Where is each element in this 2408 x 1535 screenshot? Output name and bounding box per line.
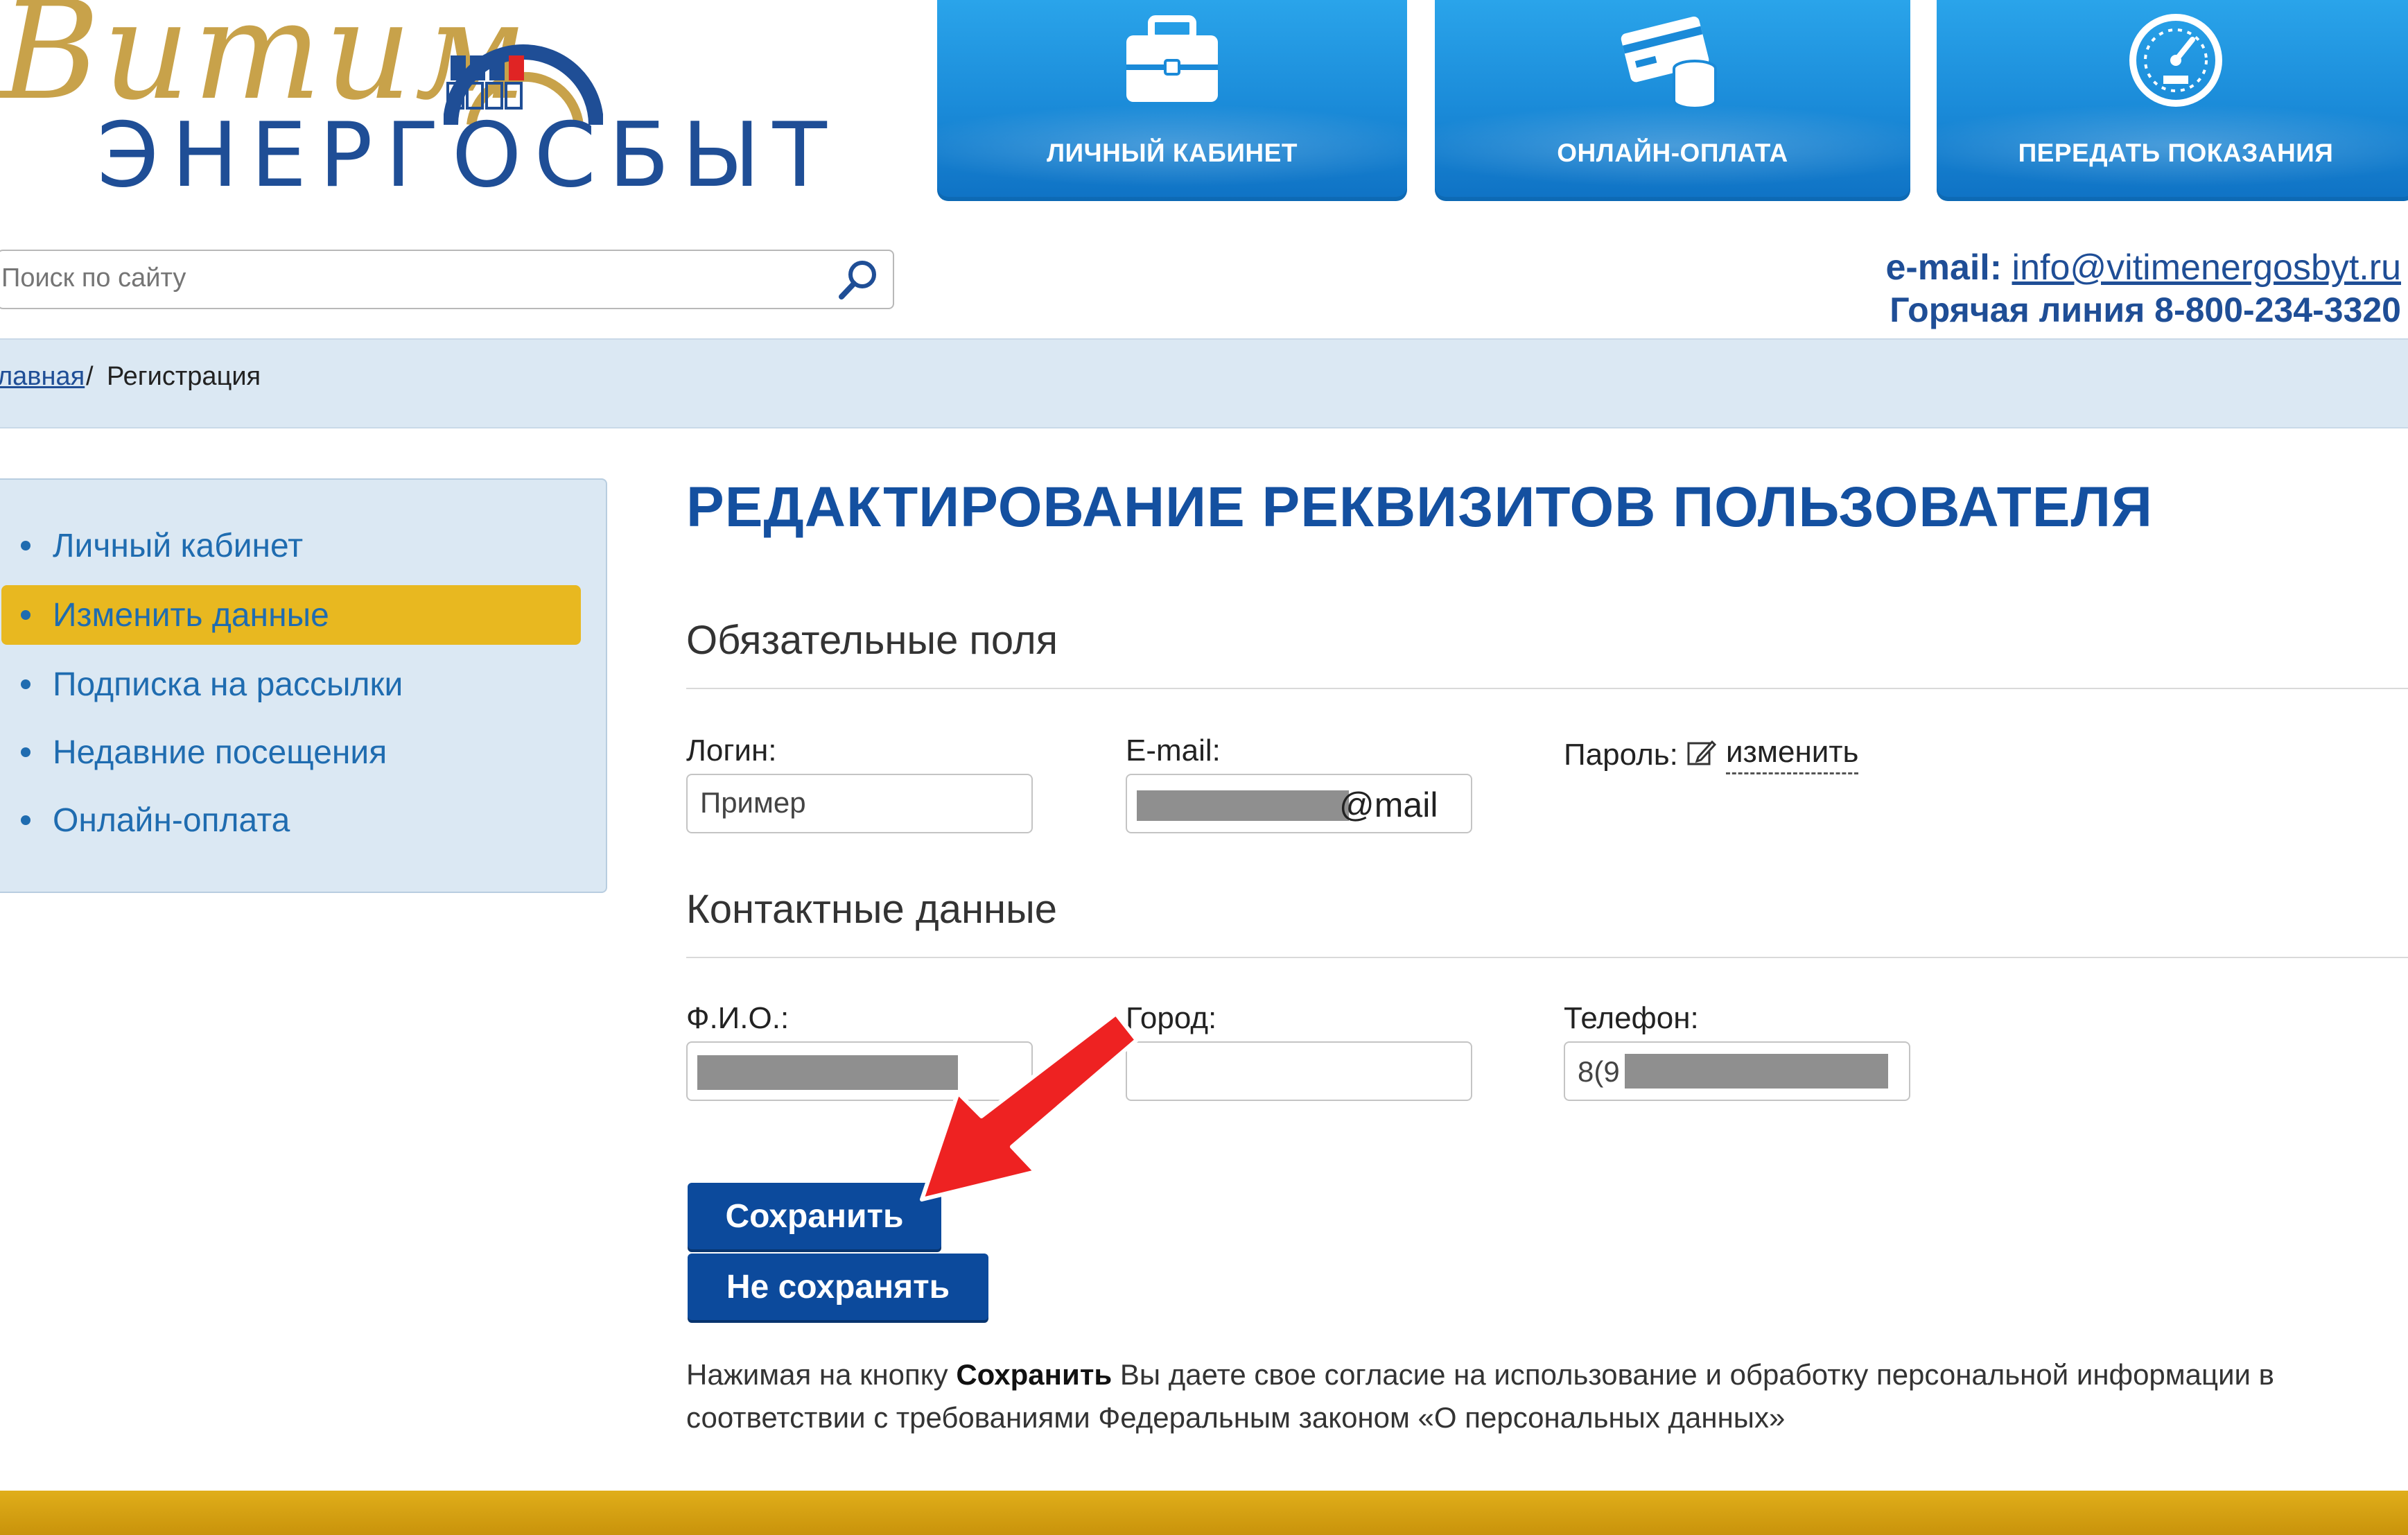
section-title-required: Обязательные поля — [686, 618, 1058, 663]
redacted-block — [1625, 1054, 1888, 1089]
phone-value-prefix: 8(9 — [1578, 1055, 1620, 1088]
email-link[interactable]: info@vitimenergosbyt.ru — [2012, 248, 2401, 288]
password-label: Пароль: — [1564, 738, 1678, 772]
page-title: РЕДАКТИРОВАНИЕ РЕКВИЗИТОВ ПОЛЬЗОВАТЕЛЯ — [686, 476, 2153, 539]
bullet-icon — [21, 815, 30, 825]
password-change-link[interactable]: изменить — [1726, 735, 1859, 774]
briefcase-icon — [1126, 15, 1218, 102]
section-title-contacts: Контактные данные — [686, 887, 1058, 932]
phone-label: Телефон: — [1564, 1001, 1699, 1035]
login-field[interactable]: Пример — [686, 774, 1033, 833]
tile-personal-cabinet[interactable]: ЛИЧНЫЙ КАБИНЕТ — [937, 0, 1407, 201]
sidebar-item-recent-visits[interactable]: Недавние посещения — [1, 722, 581, 782]
bullet-icon — [21, 679, 30, 689]
email-field[interactable]: @mail — [1126, 774, 1472, 833]
tile-label: ОНЛАЙН-ОПЛАТА — [1557, 139, 1788, 167]
redacted-block — [1137, 790, 1349, 821]
note-line2: соответствии с требованиями Федеральным … — [686, 1401, 1786, 1434]
bullet-icon — [21, 541, 30, 550]
logo-main-text: ЭНЕРГОСБЫТ — [97, 104, 839, 207]
breadcrumb-bar — [0, 338, 2408, 428]
sidebar-item-label: Онлайн-оплата — [53, 801, 290, 839]
sidebar-item-label: Недавние посещения — [53, 734, 387, 771]
email-field-label: E-mail: — [1126, 734, 1221, 768]
phone-field[interactable]: 8(9 — [1564, 1041, 1910, 1101]
hotline-phone: Горячая линия 8-800-234-3320 — [1890, 290, 2401, 329]
fio-label: Ф.И.О.: — [686, 1001, 789, 1035]
search-box — [0, 250, 894, 309]
search-icon[interactable] — [836, 258, 880, 302]
sidebar-item-label: Изменить данные — [53, 596, 329, 634]
city-field[interactable] — [1126, 1041, 1472, 1101]
consent-note: Нажимая на кнопку Сохранить Вы даете сво… — [686, 1353, 2378, 1439]
email-value-suffix: @mail — [1339, 786, 1438, 824]
footer-bar — [0, 1491, 2408, 1535]
contact-email-line: e-mail: info@vitimenergosbyt.ru — [1885, 247, 2401, 288]
note-prefix: Нажимая на кнопку — [686, 1358, 948, 1391]
section-divider — [686, 957, 2408, 958]
tile-online-payment[interactable]: ОНЛАЙН-ОПЛАТА — [1435, 0, 1910, 201]
breadcrumb-current: Регистрация — [107, 362, 261, 391]
sidebar-item-online-payment[interactable]: Онлайн-оплата — [1, 790, 581, 850]
login-label: Логин: — [686, 734, 777, 768]
breadcrumb-home-link[interactable]: лавная — [0, 362, 85, 392]
sidebar-item-personal-cabinet[interactable]: Личный кабинет — [1, 516, 581, 575]
meter-gauge-icon — [2129, 14, 2222, 107]
sidebar-item-label: Личный кабинет — [53, 527, 304, 564]
tile-submit-readings[interactable]: ПЕРЕДАТЬ ПОКАЗАНИЯ — [1937, 0, 2408, 201]
edit-icon — [1687, 740, 1716, 765]
cancel-button[interactable]: Не сохранять — [688, 1254, 988, 1320]
login-value: Пример — [700, 786, 806, 819]
bullet-icon — [21, 610, 30, 620]
bullet-icon — [21, 747, 30, 757]
sidebar-item-edit-data[interactable]: Изменить данные — [1, 585, 581, 645]
sidebar-menu: Личный кабинет Изменить данные Подписка … — [0, 478, 607, 893]
note-bold: Сохранить — [956, 1358, 1113, 1391]
tile-label: ПЕРЕДАТЬ ПОКАЗАНИЯ — [2018, 139, 2334, 167]
sidebar-item-label: Подписка на рассылки — [53, 666, 403, 703]
email-label: e-mail: — [1885, 248, 2003, 288]
sidebar-item-subscriptions[interactable]: Подписка на рассылки — [1, 654, 581, 714]
section-divider — [686, 688, 2408, 689]
tile-label: ЛИЧНЫЙ КАБИНЕТ — [1047, 139, 1298, 167]
search-input[interactable] — [1, 258, 799, 298]
red-arrow-annotation — [920, 1012, 1139, 1202]
card-coins-icon — [1621, 16, 1717, 110]
note-line1-rest: Вы даете свое согласие на использование … — [1119, 1358, 2274, 1391]
breadcrumb-separator: / — [86, 362, 94, 391]
